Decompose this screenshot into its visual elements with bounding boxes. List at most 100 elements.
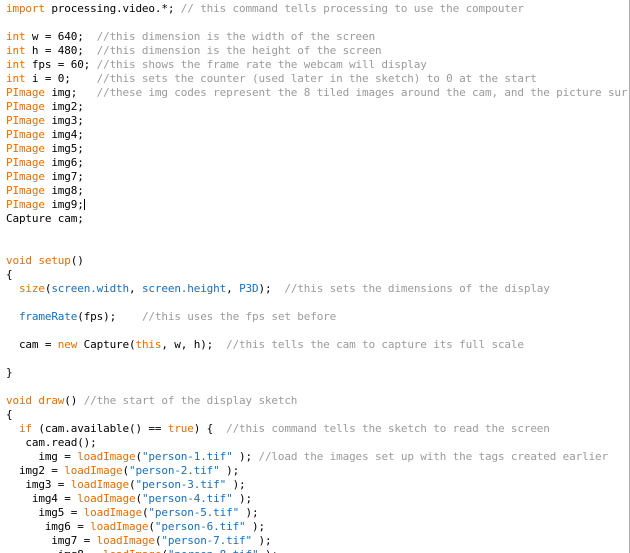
code-token-kw: PImage <box>6 114 45 127</box>
code-token-pln: img8; <box>44 184 84 197</box>
code-token-pln: () <box>64 394 84 407</box>
code-line[interactable]: PImage img6; <box>6 156 629 170</box>
code-token-fn: loadImage <box>77 492 136 505</box>
code-line[interactable]: int i = 0; //this sets the counter (used… <box>6 72 629 86</box>
code-line[interactable]: ​ <box>6 16 629 30</box>
code-line[interactable]: PImage img8; <box>6 184 629 198</box>
code-token-cmt: //the start of the display sketch <box>83 394 298 407</box>
code-token-pln: i = 0; <box>25 72 97 85</box>
code-token-pln: ); <box>232 492 252 505</box>
code-token-cmt: //this command tells the sketch to read … <box>226 422 550 435</box>
code-line[interactable]: PImage img9; <box>6 198 629 212</box>
code-token-str: "person-4.tif" <box>141 492 233 505</box>
code-token-pln: ); <box>239 506 259 519</box>
code-line[interactable]: img = loadImage("person-1.tif" ); //load… <box>6 450 629 464</box>
code-line[interactable]: img7 = loadImage("person-7.tif" ); <box>6 534 629 548</box>
code-token-pln: () <box>70 254 84 267</box>
code-token-cmt: //this dimension is the height of the sc… <box>96 44 382 57</box>
code-line[interactable]: ​ <box>6 226 629 240</box>
code-token-fn: loadImage <box>96 534 155 547</box>
code-line[interactable]: { <box>6 408 629 422</box>
code-token-fn: loadImage <box>77 450 136 463</box>
code-line[interactable]: int w = 640; //this dimension is the wid… <box>6 30 629 44</box>
code-token-kw: void <box>6 254 32 267</box>
code-line[interactable]: void draw() //the start of the display s… <box>6 394 629 408</box>
code-line[interactable]: Capture cam; <box>6 212 629 226</box>
code-token-kw: PImage <box>6 184 45 197</box>
code-token-pln: ); <box>232 450 259 463</box>
code-token-kw: setup <box>38 254 71 267</box>
code-line[interactable]: PImage img7; <box>6 170 629 184</box>
code-line[interactable]: img8 = loadImage("person-8.tif" ); <box>6 548 629 553</box>
code-token-kw: PImage <box>6 128 45 141</box>
code-token-pln: img2 = <box>6 464 65 477</box>
code-line[interactable]: int h = 480; //this dimension is the hei… <box>6 44 629 58</box>
code-line[interactable]: { <box>6 268 629 282</box>
code-line[interactable]: ​ <box>6 352 629 366</box>
code-token-str: "person-6.tif" <box>154 520 246 533</box>
code-token-fn: loadImage <box>90 520 149 533</box>
code-token-pln: img4 = <box>6 492 78 505</box>
code-line[interactable]: int fps = 60; //this shows the frame rat… <box>6 58 629 72</box>
code-token-kw: PImage <box>6 142 45 155</box>
code-line[interactable]: PImage img5; <box>6 142 629 156</box>
code-token-kw: new <box>57 338 78 351</box>
code-text-area[interactable]: import processing.video.*; // this comma… <box>6 2 629 553</box>
code-token-cmt: //this dimension is the width of the scr… <box>96 30 375 43</box>
code-token-kw: PImage <box>6 198 45 211</box>
code-token-cmt: // this command tells processing to use … <box>180 2 524 15</box>
code-token-cmt: //this sets the counter (used later in t… <box>96 72 537 85</box>
code-line[interactable]: ​ <box>6 324 629 338</box>
code-token-pln: img4; <box>44 128 84 141</box>
code-line[interactable]: PImage img4; <box>6 128 629 142</box>
code-token-fn: loadImage <box>70 478 129 491</box>
code-line[interactable]: cam = new Capture(this, w, h); //this te… <box>6 338 629 352</box>
code-token-str: "person-5.tif" <box>148 506 240 519</box>
code-token-pln: { <box>6 408 13 421</box>
code-token-pln: img7; <box>44 170 84 183</box>
code-line[interactable]: img6 = loadImage("person-6.tif" ); <box>6 520 629 534</box>
code-token-pln: ); <box>258 282 285 295</box>
code-line[interactable]: ​ <box>6 380 629 394</box>
code-token-fn: loadImage <box>83 506 142 519</box>
code-token-pln: ); <box>245 520 265 533</box>
code-line[interactable]: PImage img; //these img codes represent … <box>6 86 629 100</box>
code-line[interactable]: void setup() <box>6 254 629 268</box>
code-token-pln: ); <box>219 464 240 477</box>
code-token-cmt: //these img codes represent the 8 tiled … <box>96 86 630 99</box>
code-line[interactable]: PImage img2; <box>6 100 629 114</box>
code-line[interactable]: ​ <box>6 296 629 310</box>
code-token-pln: ); <box>226 478 246 491</box>
code-token-cmt: //load the images set up with the tags c… <box>258 450 608 463</box>
code-line[interactable]: img2 = loadImage("person-2.tif" ); <box>6 464 629 478</box>
code-token-kw: int <box>6 30 26 43</box>
code-line[interactable]: img3 = loadImage("person-3.tif" ); <box>6 478 629 492</box>
code-line[interactable]: } <box>6 366 629 380</box>
code-token-kw: PImage <box>6 100 45 113</box>
code-token-pln: (fps); <box>77 310 142 323</box>
code-token-fn: size <box>18 282 45 295</box>
code-line[interactable]: img5 = loadImage("person-5.tif" ); <box>6 506 629 520</box>
code-line[interactable]: PImage img3; <box>6 114 629 128</box>
code-token-pln: img = <box>6 450 78 463</box>
code-line[interactable]: frameRate(fps); //this uses the fps set … <box>6 310 629 324</box>
code-token-pln: , <box>129 282 142 295</box>
code-line[interactable]: import processing.video.*; // this comma… <box>6 2 629 16</box>
code-editor-pane[interactable]: import processing.video.*; // this comma… <box>0 0 630 553</box>
code-token-cmt: //this tells the cam to capture its full… <box>226 338 524 351</box>
code-line[interactable]: if (cam.available() == true) { //this co… <box>6 422 629 436</box>
code-token-pln: w = 640; <box>25 30 97 43</box>
code-token-kw: int <box>6 72 26 85</box>
code-token-cmt: //this shows the frame rate the webcam w… <box>96 58 427 71</box>
code-token-str: "person-3.tif" <box>135 478 227 491</box>
code-line[interactable]: img4 = loadImage("person-4.tif" ); <box>6 492 629 506</box>
code-token-pln: } <box>6 366 13 379</box>
code-line[interactable]: cam.read(); <box>6 436 629 450</box>
code-line[interactable]: ​ <box>6 240 629 254</box>
code-token-pln: Capture( <box>77 338 136 351</box>
code-token-pln: processing.video.*; <box>44 2 181 15</box>
code-line[interactable]: size(screen.width, screen.height, P3D); … <box>6 282 629 296</box>
code-token-kw: int <box>6 58 26 71</box>
code-token-pln: img3; <box>44 114 84 127</box>
code-token-pln <box>6 282 19 295</box>
